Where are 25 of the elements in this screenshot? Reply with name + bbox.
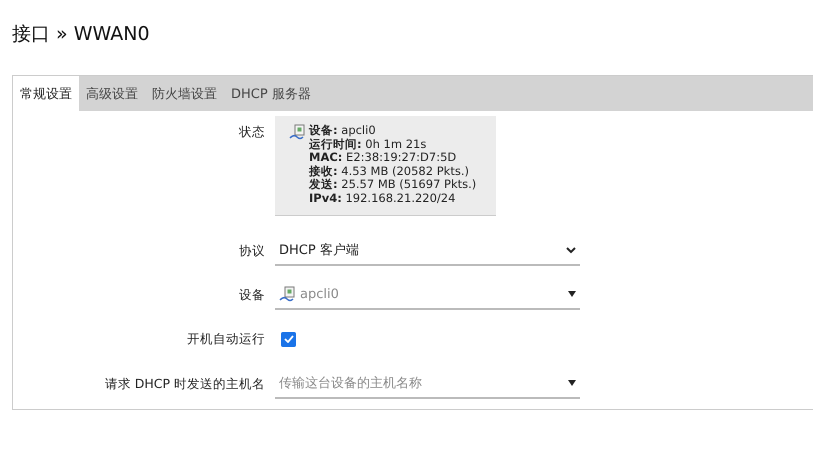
network-device-icon (279, 286, 295, 302)
field-label: 协议 (238, 242, 266, 260)
status-line: 接收: 4.53 MB (20582 Pkts.) (309, 164, 470, 178)
caret-down-icon (568, 380, 576, 386)
chevron-down-icon (566, 246, 576, 254)
device-select[interactable]: apcli0 (275, 280, 580, 310)
protocol-select[interactable]: DHCP 客户端 (275, 236, 580, 266)
status-line: IPv4: 192.168.21.220/24 (309, 192, 456, 205)
field-label: 请求 DHCP 时发送的主机名 (104, 376, 266, 392)
autostart-checkbox[interactable] (281, 332, 296, 346)
tab[interactable]: DHCP 服务器 (224, 76, 318, 111)
status-line: 发送: 25.57 MB (51697 Pkts.) (309, 178, 476, 192)
network-device-icon (289, 124, 305, 140)
status-line: MAC: E2:38:19:27:D7:5D (309, 151, 458, 164)
tab[interactable]: 高级设置 (79, 76, 145, 111)
tab[interactable]: 常规设置 (13, 76, 79, 111)
tab[interactable]: 防火墙设置 (145, 76, 224, 111)
status-line: 设备: apcli0 (309, 124, 377, 138)
field-label: 设备 (238, 286, 266, 304)
field-label: 开机自动运行 (186, 330, 266, 348)
page-title: 接口 » WWAN0 (12, 22, 151, 46)
caret-down-icon (568, 291, 576, 297)
field-label: 状态 (238, 123, 266, 141)
status-line: 运行时间: 0h 1m 21s (309, 138, 428, 151)
hostname-field[interactable]: 传输这台设备的主机名称 (275, 369, 580, 399)
